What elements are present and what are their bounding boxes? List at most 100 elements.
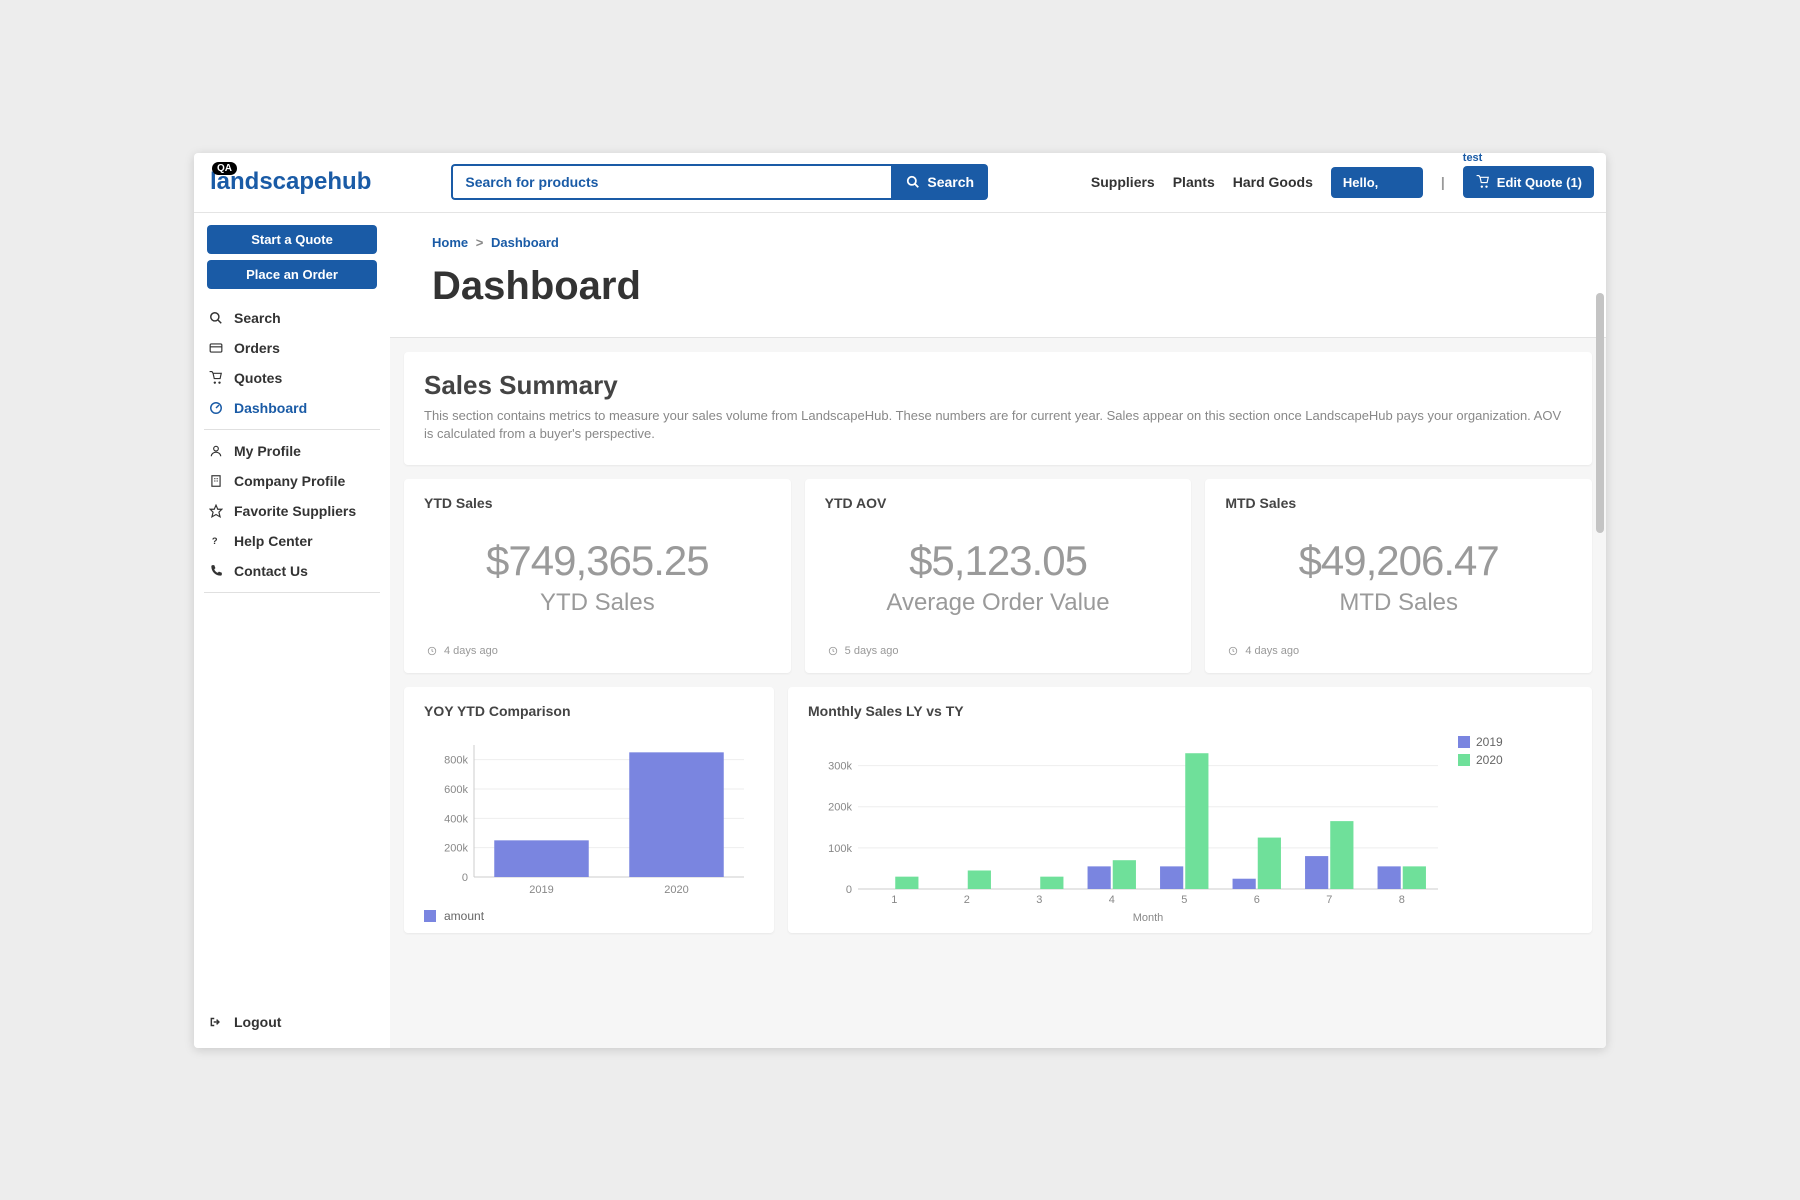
cart-icon bbox=[1475, 174, 1491, 190]
test-label: test bbox=[1463, 153, 1483, 165]
svg-text:200k: 200k bbox=[444, 843, 468, 855]
sidebar-item-label: Favorite Suppliers bbox=[234, 503, 356, 519]
svg-text:200k: 200k bbox=[828, 802, 852, 814]
metric-sub: MTD Sales bbox=[1225, 589, 1572, 617]
svg-text:8: 8 bbox=[1399, 894, 1405, 906]
metric-label: MTD Sales bbox=[1225, 495, 1572, 511]
question-icon: ? bbox=[208, 533, 224, 549]
svg-text:300k: 300k bbox=[828, 760, 852, 772]
svg-text:4: 4 bbox=[1109, 894, 1115, 906]
page-title: Dashboard bbox=[432, 264, 1564, 309]
metric-time: 5 days ago bbox=[825, 643, 1172, 659]
svg-text:2019: 2019 bbox=[529, 884, 553, 896]
search-icon bbox=[905, 174, 921, 190]
sales-summary-card: Sales Summary This section contains metr… bbox=[404, 352, 1592, 465]
sidebar-item-label: Contact Us bbox=[234, 563, 308, 579]
chart-yoy-svg: 0200k400k600k800k20192020 bbox=[424, 735, 754, 905]
svg-text:100k: 100k bbox=[828, 843, 852, 855]
legend-swatch bbox=[424, 910, 436, 922]
top-nav: Suppliers Plants Hard Goods Hello, | tes… bbox=[1091, 166, 1594, 198]
sidebar-item-companyprofile[interactable]: Company Profile bbox=[204, 466, 380, 496]
sidebar-item-myprofile[interactable]: My Profile bbox=[204, 436, 380, 466]
edit-quote-button[interactable]: Edit Quote (1) bbox=[1463, 166, 1594, 198]
svg-text:?: ? bbox=[212, 535, 218, 545]
nav-hardgoods[interactable]: Hard Goods bbox=[1233, 174, 1313, 190]
sidebar-item-quotes[interactable]: Quotes bbox=[204, 363, 380, 393]
sales-summary-title: Sales Summary bbox=[424, 370, 1572, 401]
sidebar-item-label: Search bbox=[234, 310, 281, 326]
cart-icon bbox=[208, 370, 224, 386]
sidebar-item-label: Dashboard bbox=[234, 400, 307, 416]
start-quote-button[interactable]: Start a Quote bbox=[207, 225, 377, 254]
chart-legend: amount bbox=[424, 909, 754, 923]
legend-swatch bbox=[1458, 754, 1470, 766]
svg-text:6: 6 bbox=[1254, 894, 1260, 906]
breadcrumb: Home > Dashboard bbox=[432, 235, 1564, 250]
clock-icon bbox=[424, 643, 440, 659]
sidebar: Start a Quote Place an Order Search Orde… bbox=[194, 213, 390, 1048]
logout-icon bbox=[208, 1014, 224, 1030]
clock-icon bbox=[825, 643, 841, 659]
metric-value: $49,206.47 bbox=[1225, 537, 1572, 585]
sidebar-item-label: Logout bbox=[234, 1014, 281, 1030]
sidebar-item-label: Help Center bbox=[234, 533, 313, 549]
sidebar-item-search[interactable]: Search bbox=[204, 303, 380, 333]
svg-text:0: 0 bbox=[462, 872, 468, 884]
sidebar-item-contactus[interactable]: Contact Us bbox=[204, 556, 380, 586]
chart-title: Monthly Sales LY vs TY bbox=[808, 703, 1572, 719]
sidebar-item-orders[interactable]: Orders bbox=[204, 333, 380, 363]
svg-text:400k: 400k bbox=[444, 813, 468, 825]
svg-text:Month: Month bbox=[1133, 912, 1164, 924]
separator: | bbox=[1441, 174, 1445, 190]
gauge-icon bbox=[208, 400, 224, 416]
sidebar-item-dashboard[interactable]: Dashboard bbox=[204, 393, 380, 423]
search-bar: Search bbox=[451, 164, 988, 200]
metric-time: 4 days ago bbox=[1225, 643, 1572, 659]
svg-text:5: 5 bbox=[1181, 894, 1187, 906]
sidebar-item-label: Company Profile bbox=[234, 473, 345, 489]
nav-suppliers[interactable]: Suppliers bbox=[1091, 174, 1155, 190]
sidebar-item-label: My Profile bbox=[234, 443, 301, 459]
chart-legend: 2019 2020 bbox=[1458, 735, 1503, 925]
main-header: Home > Dashboard Dashboard bbox=[390, 213, 1606, 338]
metric-sub: Average Order Value bbox=[825, 589, 1172, 617]
chart-title: YOY YTD Comparison bbox=[424, 703, 754, 719]
svg-text:1: 1 bbox=[891, 894, 897, 906]
star-icon bbox=[208, 503, 224, 519]
metric-value: $749,365.25 bbox=[424, 537, 771, 585]
svg-text:2: 2 bbox=[964, 894, 970, 906]
brand-logo[interactable]: QA landscapehub bbox=[210, 168, 371, 196]
phone-icon bbox=[208, 563, 224, 579]
metric-label: YTD Sales bbox=[424, 495, 771, 511]
breadcrumb-home[interactable]: Home bbox=[432, 235, 468, 250]
clock-icon bbox=[1225, 643, 1241, 659]
sidebar-item-label: Orders bbox=[234, 340, 280, 356]
svg-text:2020: 2020 bbox=[664, 884, 688, 896]
hello-button[interactable]: Hello, bbox=[1331, 167, 1423, 198]
main: Home > Dashboard Dashboard Sales Summary… bbox=[390, 213, 1606, 1048]
search-button[interactable]: Search bbox=[891, 164, 988, 200]
search-input[interactable] bbox=[451, 164, 891, 200]
sales-summary-desc: This section contains metrics to measure… bbox=[424, 407, 1572, 443]
chart-monthly: Monthly Sales LY vs TY 0100k200k300k1234… bbox=[788, 687, 1592, 933]
sidebar-item-helpcenter[interactable]: ? Help Center bbox=[204, 526, 380, 556]
svg-text:800k: 800k bbox=[444, 755, 468, 767]
place-order-button[interactable]: Place an Order bbox=[207, 260, 377, 289]
sidebar-item-label: Quotes bbox=[234, 370, 282, 386]
chart-monthly-svg: 0100k200k300k12345678Month bbox=[808, 735, 1448, 925]
metric-sub: YTD Sales bbox=[424, 589, 771, 617]
nav-plants[interactable]: Plants bbox=[1173, 174, 1215, 190]
svg-text:7: 7 bbox=[1326, 894, 1332, 906]
metric-ytd-sales: YTD Sales $749,365.25 YTD Sales 4 days a… bbox=[404, 479, 791, 673]
scrollbar[interactable] bbox=[1596, 293, 1604, 533]
sidebar-item-favsuppliers[interactable]: Favorite Suppliers bbox=[204, 496, 380, 526]
sidebar-item-logout[interactable]: Logout bbox=[204, 996, 380, 1048]
breadcrumb-current[interactable]: Dashboard bbox=[491, 235, 559, 250]
card-icon bbox=[208, 340, 224, 356]
metric-label: YTD AOV bbox=[825, 495, 1172, 511]
topbar: QA landscapehub Search Suppliers Plants … bbox=[194, 153, 1606, 213]
svg-text:3: 3 bbox=[1036, 894, 1042, 906]
qa-badge: QA bbox=[212, 162, 237, 175]
metric-ytd-aov: YTD AOV $5,123.05 Average Order Value 5 … bbox=[805, 479, 1192, 673]
search-icon bbox=[208, 310, 224, 326]
